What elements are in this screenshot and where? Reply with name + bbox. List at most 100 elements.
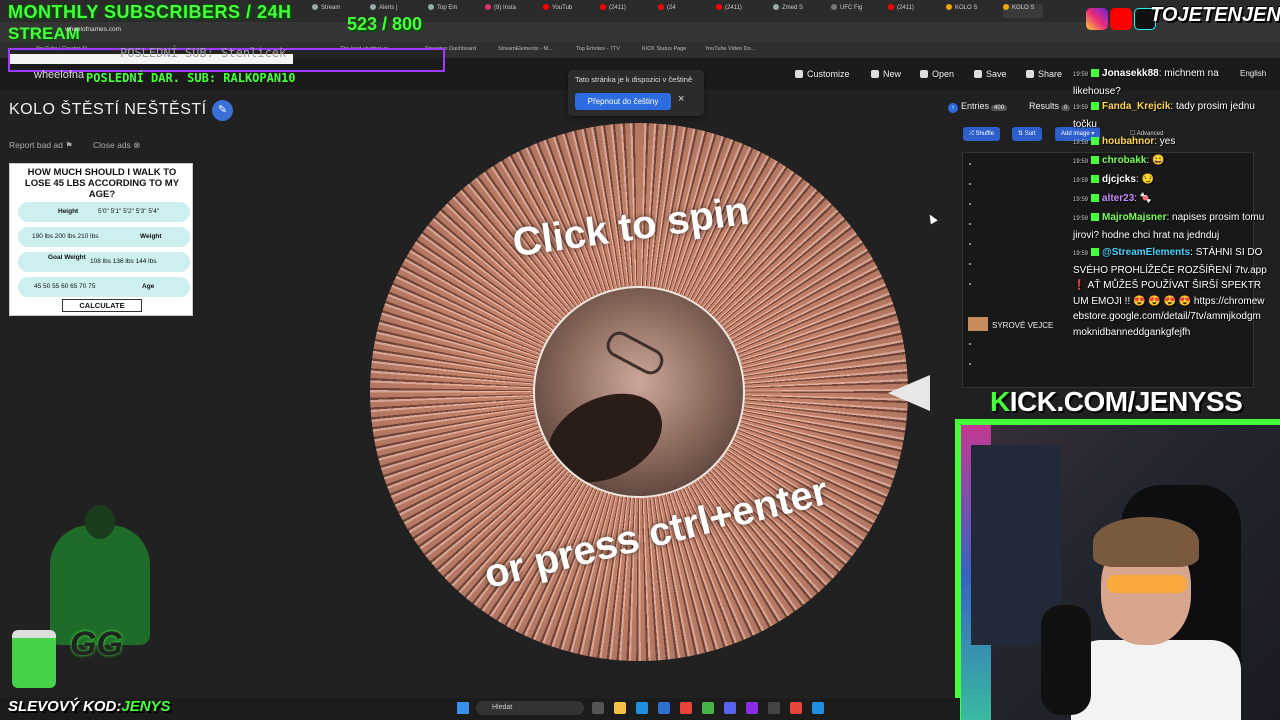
close-ads-link[interactable]: Close ads ⊗	[93, 140, 140, 151]
entry-marker	[969, 163, 971, 165]
page-title: KOLO ŠTĚSTÍ NEŠTĚSTÍ	[9, 101, 207, 118]
taskbar-search[interactable]: Hledat	[476, 701, 584, 715]
browser-tab[interactable]: Zmed S	[773, 4, 813, 18]
translate-popup: Tato stránka je k dispozici v češtině Př…	[568, 70, 704, 116]
promo-code: JENYS	[121, 698, 171, 715]
tab-results[interactable]: Results 0	[1029, 101, 1071, 111]
browser-tab[interactable]: YouTub	[543, 4, 583, 18]
edge-icon[interactable]	[636, 702, 648, 714]
obs-icon[interactable]	[768, 702, 780, 714]
streamer-shirt	[1071, 640, 1241, 720]
entries-tabs: › Entries 400 Results 0	[948, 98, 1078, 118]
spin-wheel[interactable]: Click to spin or press ctrl+enter	[370, 123, 908, 661]
browser-tab[interactable]: Stream	[312, 4, 352, 18]
close-popup-button[interactable]: ×	[678, 93, 684, 105]
browser-tab[interactable]: Top Em	[428, 4, 468, 18]
tab-label: KOLO Š	[955, 5, 978, 11]
sub-badge-icon	[1091, 213, 1100, 221]
microphone	[1041, 605, 1091, 715]
ad-row-label: Height	[58, 208, 79, 215]
chat-message: 19:59 houbahnor: yes	[1073, 134, 1268, 152]
chat-timestamp: 19:59	[1073, 251, 1089, 257]
hub-photo-shape	[602, 327, 668, 379]
chrome-icon[interactable]	[680, 702, 692, 714]
chat-text: : yes	[1154, 136, 1176, 147]
chat-timestamp: 19:59	[1073, 72, 1089, 78]
chat-text: : 🍬	[1134, 193, 1153, 204]
sub-badge-icon	[1091, 102, 1100, 110]
edit-title-button[interactable]: ✎	[212, 100, 233, 121]
advertisement[interactable]: HOW MUCH SHOULD I WALK TO LOSE 45 LBS AC…	[9, 163, 193, 316]
share-icon	[1026, 70, 1034, 78]
kick-logo-letter: K	[990, 386, 1010, 417]
youtube-icon	[1110, 8, 1132, 30]
browser-tab[interactable]: (24	[658, 4, 698, 18]
ad-row-values: 5'0" 5'1" 5'2" 5'3" 5'4"	[98, 208, 160, 215]
wheel-center-image[interactable]	[533, 286, 745, 498]
ad-row: Height 5'0" 5'1" 5'2" 5'3" 5'4"	[18, 202, 190, 222]
bookmark-item[interactable]: YouTube Video Do...	[705, 46, 755, 52]
browser-tab[interactable]: (2411)	[716, 4, 756, 18]
chat-timestamp: 19:59	[1073, 159, 1089, 165]
customize-button[interactable]: Customize	[795, 69, 850, 79]
app-icon[interactable]	[746, 702, 758, 714]
discord-icon[interactable]	[724, 702, 736, 714]
sub-badge-icon	[1091, 194, 1100, 202]
share-button[interactable]: Share	[1026, 69, 1062, 79]
tab-label: Zmed S	[782, 5, 804, 11]
entries-count: 400	[991, 105, 1008, 111]
browser-tab-active[interactable]: KOLO Š	[1003, 4, 1043, 18]
sub-badge-icon	[1091, 175, 1100, 183]
file-explorer-icon[interactable]	[614, 702, 626, 714]
customize-label: Customize	[807, 69, 850, 79]
calculate-button[interactable]: CALCULATE	[62, 299, 142, 312]
browser-tab[interactable]: (9) Insta	[485, 4, 525, 18]
chrome-icon[interactable]	[790, 702, 802, 714]
chevron-right-icon: ›	[948, 103, 958, 113]
bookmark-item[interactable]: KICK Status Page	[642, 46, 686, 52]
new-button[interactable]: New	[871, 69, 901, 79]
report-ad-link[interactable]: Report bad ad ⚑	[9, 140, 73, 151]
entry-marker	[969, 223, 971, 225]
tab-label: UFC Fig	[840, 5, 863, 11]
entry-item[interactable]: SYROVÉ VEJCE	[968, 317, 1053, 331]
sort-button[interactable]: ⇅ Sort	[1012, 127, 1042, 141]
app-icon[interactable]	[812, 702, 824, 714]
bookmark-item[interactable]: StreamElements - M...	[498, 46, 553, 52]
sub-badge-icon	[1091, 248, 1100, 256]
shuffle-button[interactable]: ⤮ Shuffle	[963, 127, 1001, 141]
entry-image	[968, 317, 988, 331]
switch-language-button[interactable]: Přepnout do češtiny	[575, 93, 671, 110]
browser-tab[interactable]: KOLO Š	[946, 4, 986, 18]
ad-row-label: Goal Weight	[48, 254, 86, 261]
ad-row-values: 45 50 55 60 65 70 75	[34, 283, 96, 290]
browser-tab[interactable]: (2411)	[600, 4, 640, 18]
save-button[interactable]: Save	[974, 69, 1007, 79]
task-view-icon[interactable]	[592, 702, 604, 714]
app-icon[interactable]	[702, 702, 714, 714]
chat-timestamp: 19:59	[1073, 105, 1089, 111]
windows-start-icon[interactable]	[457, 702, 469, 714]
chat-message: 19:59 @StreamElements: STÁHNI SI DO SVÉHO…	[1073, 245, 1268, 340]
promo-code-banner: SLEVOVÝ KOD:JENYS	[8, 698, 171, 715]
chat-user: houbahnor	[1102, 136, 1155, 147]
tab-label: (24	[667, 5, 676, 11]
sponsor-logo: GG	[70, 625, 123, 663]
browser-tab[interactable]: UFC Fig	[831, 4, 871, 18]
entry-marker	[969, 183, 971, 185]
bookmark-item[interactable]: Top Emotes - 7TV	[576, 46, 620, 52]
browser-tab[interactable]: (2411)	[888, 4, 928, 18]
ad-row: Goal Weight 108 lbs 136 lbs 144 lbs	[18, 252, 190, 272]
open-button[interactable]: Open	[920, 69, 954, 79]
app-icon[interactable]	[658, 702, 670, 714]
chat-user: alter23	[1102, 193, 1135, 204]
file-icon	[871, 70, 879, 78]
tab-entries[interactable]: › Entries 400	[948, 101, 1008, 113]
tab-label: (2411)	[725, 5, 742, 11]
chat-message: 19:59 alter23: 🍬	[1073, 191, 1268, 209]
ad-row: Age 45 50 55 60 65 70 75	[18, 277, 190, 297]
sub-badge-icon	[1091, 69, 1100, 77]
flag-icon: ⚑	[65, 140, 73, 150]
product-jar	[12, 630, 56, 688]
tab-label: (2411)	[609, 5, 626, 11]
